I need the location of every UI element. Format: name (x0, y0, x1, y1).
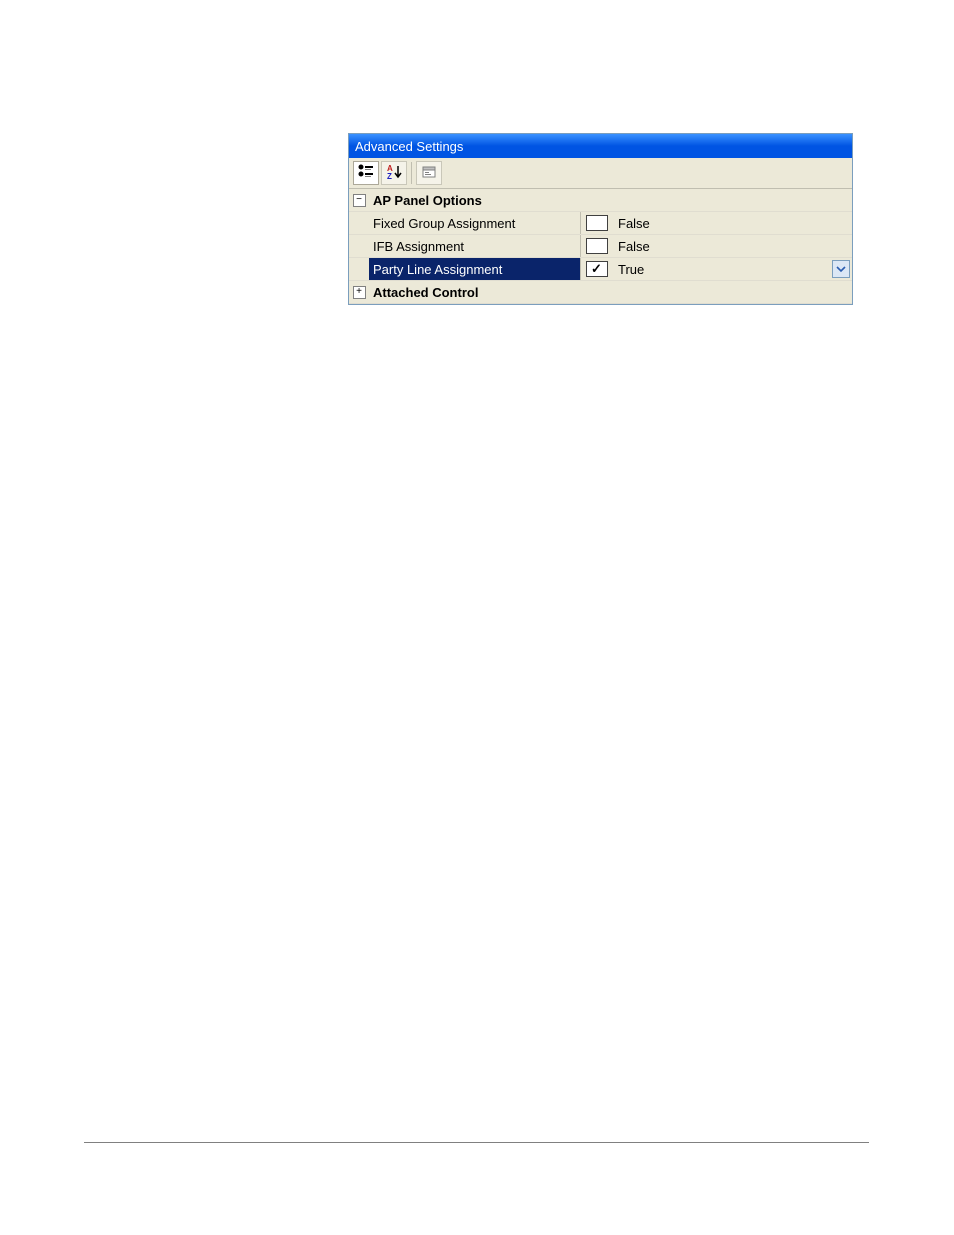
checkbox-unchecked-icon[interactable] (586, 215, 608, 231)
category-row-ap-panel-options[interactable]: − AP Panel Options (349, 189, 852, 212)
property-name: Party Line Assignment (369, 258, 580, 280)
category-label: AP Panel Options (369, 189, 580, 211)
titlebar: Advanced Settings (349, 134, 852, 158)
footer-divider (84, 1142, 869, 1143)
property-grid: − AP Panel Options Fixed Group Assignmen… (349, 189, 852, 304)
alpha-sort-button[interactable]: A Z (381, 161, 407, 185)
svg-text:Z: Z (387, 172, 392, 181)
toolbar-separator (411, 162, 412, 184)
categorized-button[interactable] (353, 161, 379, 185)
property-name: Fixed Group Assignment (369, 212, 580, 234)
chevron-down-icon (836, 262, 846, 277)
collapse-icon[interactable]: − (353, 194, 366, 207)
checkbox-unchecked-icon[interactable] (586, 238, 608, 254)
property-row-party-line-assignment[interactable]: Party Line Assignment True (349, 258, 852, 281)
title-text: Advanced Settings (355, 139, 463, 154)
category-label: Attached Control (369, 281, 580, 303)
property-value[interactable]: False (612, 235, 852, 257)
category-row-attached-control[interactable]: + Attached Control (349, 281, 852, 304)
property-value[interactable]: True (612, 258, 852, 280)
property-name: IFB Assignment (369, 235, 580, 257)
property-row-ifb-assignment[interactable]: IFB Assignment False (349, 235, 852, 258)
categorized-icon (357, 163, 375, 184)
property-pages-icon (420, 163, 438, 184)
toolbar: A Z (349, 158, 852, 189)
advanced-settings-panel: Advanced Settings A Z (348, 133, 853, 305)
expand-icon[interactable]: + (353, 286, 366, 299)
property-pages-button[interactable] (416, 161, 442, 185)
property-row-fixed-group-assignment[interactable]: Fixed Group Assignment False (349, 212, 852, 235)
property-value[interactable]: False (612, 212, 852, 234)
dropdown-button[interactable] (832, 260, 850, 278)
alpha-sort-icon: A Z (385, 163, 403, 184)
checkbox-checked-icon[interactable] (586, 261, 608, 277)
